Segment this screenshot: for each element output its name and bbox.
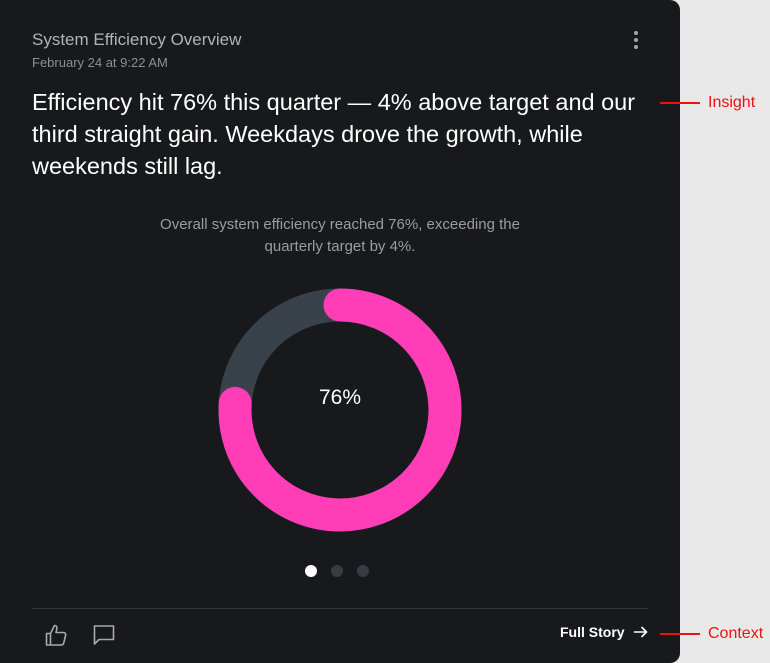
annotation-context-label: Context [708, 625, 764, 642]
chart-caption: Overall system efficiency reached 76%, e… [160, 216, 520, 255]
donut-center-value: 76% [318, 386, 362, 409]
carousel-pager [305, 565, 369, 577]
efficiency-donut-chart [218, 288, 462, 532]
pager-dot[interactable] [331, 565, 343, 577]
more-vertical-icon [634, 31, 638, 35]
footer-divider [32, 608, 648, 609]
card-title: System Efficiency Overview [32, 30, 242, 49]
annotation-context: Context [660, 625, 763, 643]
pager-dot[interactable] [357, 565, 369, 577]
full-story-label: Full Story [560, 624, 625, 640]
comment-icon[interactable] [91, 622, 117, 648]
insight-card: System Efficiency Overview February 24 a… [0, 0, 680, 663]
thumbs-up-icon[interactable] [43, 622, 69, 648]
annotation-insight: Insight [660, 94, 755, 112]
card-timestamp: February 24 at 9:22 AM [32, 55, 168, 70]
pager-dot[interactable] [305, 565, 317, 577]
more-options-button[interactable] [624, 28, 648, 52]
insight-text: Efficiency hit 76% this quarter — 4% abo… [32, 89, 636, 179]
annotation-insight-label: Insight [708, 94, 756, 111]
arrow-right-icon [633, 626, 647, 638]
full-story-button[interactable]: Full Story [560, 624, 649, 640]
